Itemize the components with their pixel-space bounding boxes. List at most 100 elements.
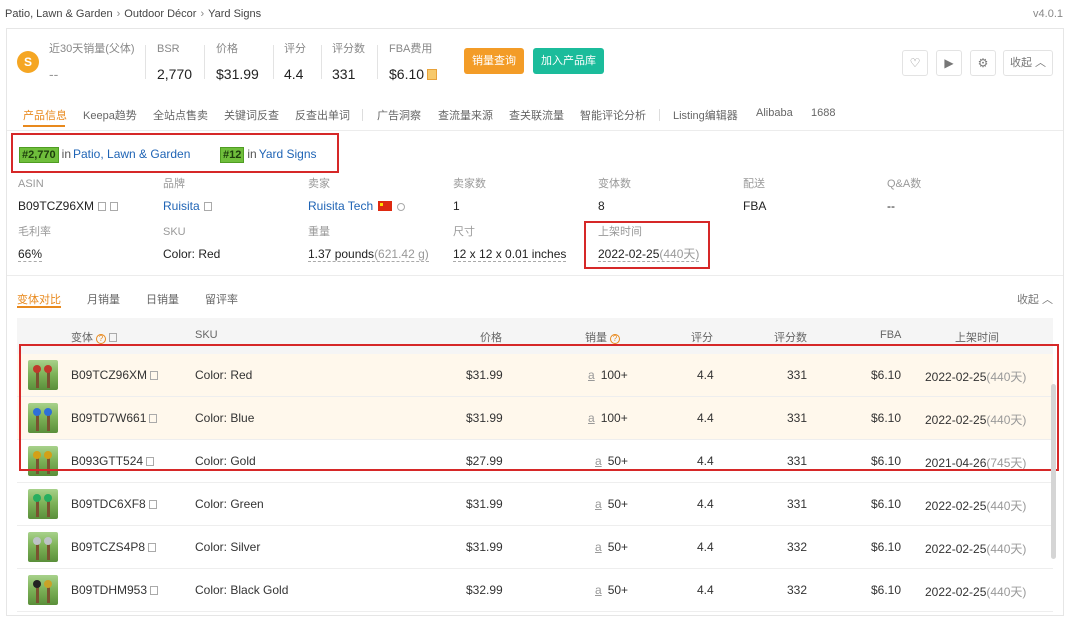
row-asin[interactable]: B09TCZS4P8 xyxy=(71,540,145,554)
tab-ad-insight[interactable]: 广告洞察 xyxy=(377,107,421,123)
row-reviews: 332 xyxy=(787,583,808,597)
collapse-label: 收起 xyxy=(1009,57,1032,69)
sku-label: SKU xyxy=(163,226,186,238)
breadcrumb-item[interactable]: Patio, Lawn & Garden xyxy=(5,8,113,20)
delivery-value: FBA xyxy=(743,199,767,213)
margin-field: 毛利率 66% xyxy=(18,225,51,262)
tab-1688[interactable]: 1688 xyxy=(811,107,835,119)
row-rating: 4.4 xyxy=(697,540,714,554)
tab-bar: 产品信息 Keepa趋势 全站点售卖 关键词反查 反查出单词 广告洞察 查流量来… xyxy=(7,101,1063,131)
breadcrumb: Patio, Lawn & Garden › Outdoor Décor › Yard … xyxy=(5,8,261,20)
header-variant: 变体? xyxy=(71,329,117,345)
bsr-stat: BSR 2,770 xyxy=(157,41,192,83)
subtab-monthly-sales[interactable]: 月销量 xyxy=(87,291,120,307)
row-reviews: 331 xyxy=(787,497,808,511)
seller-link[interactable]: Ruisita Tech xyxy=(308,199,373,213)
sales-query-button[interactable]: 销量查询 xyxy=(464,48,524,74)
product-thumbnail[interactable] xyxy=(28,489,58,519)
subtab-collapse-button[interactable]: 收起 ︿ xyxy=(1017,291,1053,307)
row-asin[interactable]: B09TDC6XF8 xyxy=(71,497,146,511)
bsr-label: BSR xyxy=(157,43,180,55)
rank-item: #2,770 in Patio, Lawn & Garden xyxy=(19,147,190,163)
asin-field: ASIN B09TCZ96XM xyxy=(18,177,119,214)
tab-product-info[interactable]: 产品信息 xyxy=(23,107,67,123)
heart-icon[interactable]: ♡ xyxy=(902,50,928,76)
rank-in: in xyxy=(61,147,71,161)
external-link-icon[interactable] xyxy=(203,202,212,211)
version-label: v4.0.1 xyxy=(1033,8,1063,20)
copy-icon[interactable] xyxy=(150,586,159,595)
video-icon[interactable]: ▶ xyxy=(936,50,962,76)
brand-label: 品牌 xyxy=(163,178,185,190)
table-row[interactable]: B09TDHM953 Color: Black Gold $32.99 a 50+… xyxy=(17,569,1053,612)
tab-keepa[interactable]: Keepa趋势 xyxy=(83,107,137,123)
sellers-count-label: 卖家数 xyxy=(453,178,486,190)
help-icon[interactable]: ? xyxy=(96,334,106,344)
listed-date: 2022-02-25 xyxy=(598,247,660,261)
rating-value: 4.4 xyxy=(284,66,304,82)
margin-value[interactable]: 66% xyxy=(18,246,43,262)
subtab-daily-sales[interactable]: 日销量 xyxy=(146,291,179,307)
asin-label: ASIN xyxy=(18,178,44,190)
table-row[interactable]: B09TCZS4P8 Color: Silver $31.99 a 50+ 4.4… xyxy=(17,526,1053,569)
breadcrumb-item[interactable]: Outdoor Décor xyxy=(124,8,196,20)
rank-category-link[interactable]: Patio, Lawn & Garden xyxy=(73,147,190,161)
subtab-review-rate[interactable]: 留评率 xyxy=(205,291,238,307)
amazon-icon: a xyxy=(595,497,602,511)
tab-alibaba[interactable]: Alibaba xyxy=(756,107,793,119)
collapse-button[interactable]: 收起 ︿ xyxy=(1003,50,1053,76)
header-listed[interactable]: 上架时间 xyxy=(955,329,999,345)
settings-icon[interactable]: ⚙ xyxy=(970,50,996,76)
variant-subtab-bar: 变体对比 月销量 日销量 留评率 收起 ︿ xyxy=(7,275,1063,308)
copy-icon[interactable] xyxy=(110,202,119,211)
header-fba[interactable]: FBA xyxy=(880,329,901,341)
copy-icon[interactable] xyxy=(148,500,157,509)
product-thumbnail[interactable] xyxy=(28,575,58,605)
top-bar: Patio, Lawn & Garden › Outdoor Décor › Yard … xyxy=(0,0,1073,28)
row-sku: Color: Green xyxy=(195,497,264,511)
copy-icon[interactable] xyxy=(148,543,157,552)
sku-value: Color: Red xyxy=(163,247,221,261)
price-value: $31.99 xyxy=(216,66,259,82)
header-variant-label: 变体 xyxy=(71,332,93,344)
seller-label: 卖家 xyxy=(308,178,330,190)
breadcrumb-item[interactable]: Yard Signs xyxy=(208,8,261,20)
size-field: 尺寸 12 x 12 x 0.01 inches xyxy=(453,225,567,262)
rank-category-link[interactable]: Yard Signs xyxy=(259,147,317,161)
tab-keyword-lookup[interactable]: 关键词反查 xyxy=(224,107,279,123)
tab-traffic-source[interactable]: 查流量来源 xyxy=(438,107,493,123)
copy-icon[interactable] xyxy=(109,333,117,342)
amazon-icon: a xyxy=(595,583,602,597)
asin-value: B09TCZ96XM xyxy=(18,199,95,213)
header-sales[interactable]: 销量? xyxy=(585,329,620,345)
header-rating[interactable]: 评分 xyxy=(691,329,713,345)
brand-field: 品牌 Ruisita xyxy=(163,177,212,214)
add-to-library-button[interactable]: 加入产品库 xyxy=(533,48,604,74)
header-reviews[interactable]: 评分数 xyxy=(774,329,807,345)
help-icon[interactable]: ? xyxy=(610,334,620,344)
tab-related-traffic[interactable]: 查关联流量 xyxy=(509,107,564,123)
tab-review-analysis[interactable]: 智能评论分析 xyxy=(580,107,646,123)
tab-order-words[interactable]: 反查出单词 xyxy=(295,107,350,123)
header-price[interactable]: 价格 xyxy=(480,329,502,345)
product-thumbnail[interactable] xyxy=(28,532,58,562)
table-row[interactable]: B09TDC6XF8 Color: Green $31.99 a 50+ 4.4 … xyxy=(17,483,1053,526)
subtab-variant-compare[interactable]: 变体对比 xyxy=(17,291,61,307)
variants-field: 变体数 8 xyxy=(598,177,631,214)
listed-days: (440天) xyxy=(659,247,700,261)
table-scrollbar[interactable] xyxy=(1051,384,1056,559)
row-sales: 50+ xyxy=(607,497,629,511)
location-icon[interactable] xyxy=(397,203,406,211)
tab-listing-editor[interactable]: Listing编辑器 xyxy=(673,107,738,123)
sales30-value: -- xyxy=(49,66,59,82)
tab-all-sites[interactable]: 全站点售卖 xyxy=(153,107,208,123)
rank-in: in xyxy=(247,147,257,161)
row-days: (440天) xyxy=(986,585,1027,599)
china-flag-icon xyxy=(378,201,393,211)
brand-link[interactable]: Ruisita xyxy=(163,199,200,213)
row-asin[interactable]: B09TDHM953 xyxy=(71,583,147,597)
fba-value: $6.10 xyxy=(389,66,425,82)
calculator-icon[interactable] xyxy=(427,69,438,80)
copy-icon[interactable] xyxy=(98,202,107,211)
row-reviews: 332 xyxy=(787,540,808,554)
